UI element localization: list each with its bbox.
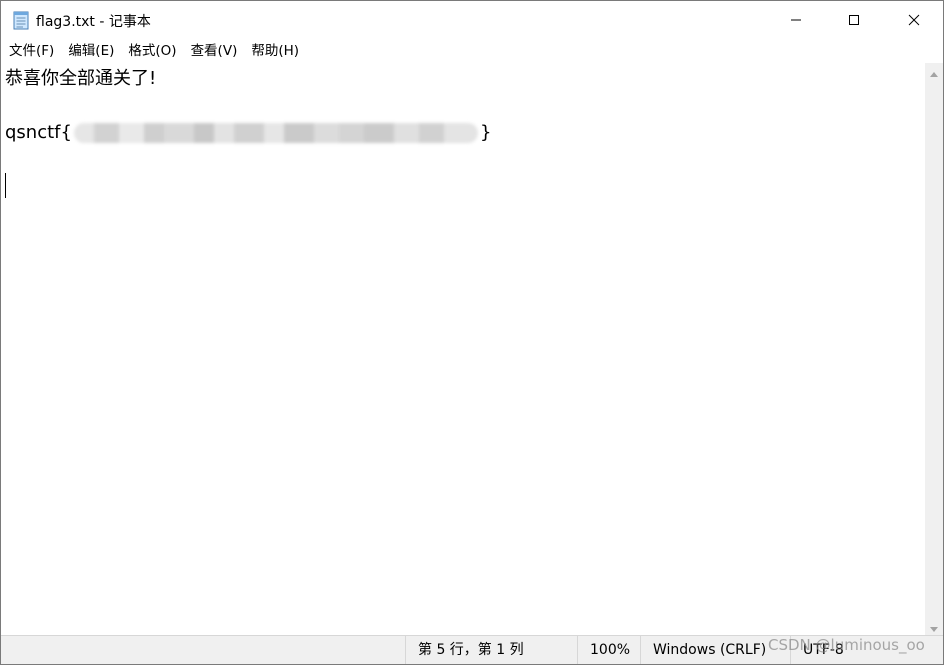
close-button[interactable] <box>885 1 943 39</box>
flag-prefix: qsnctf{ <box>5 122 72 143</box>
editor-line-1: 恭喜你全部通关了! <box>5 68 157 89</box>
menu-view[interactable]: 查看(V) <box>184 39 245 63</box>
text-caret <box>5 173 6 198</box>
flag-suffix: } <box>479 122 492 143</box>
minimize-icon <box>790 11 802 30</box>
minimize-button[interactable] <box>767 1 825 39</box>
menu-bar: 文件(F) 编辑(E) 格式(O) 查看(V) 帮助(H) <box>1 39 943 63</box>
editor-line-3: qsnctf{} <box>5 119 491 146</box>
menu-edit[interactable]: 编辑(E) <box>61 39 121 63</box>
redacted-flag <box>73 123 478 143</box>
title-bar[interactable]: flag3.txt - 记事本 <box>1 1 943 39</box>
menu-help[interactable]: 帮助(H) <box>244 39 306 63</box>
text-editor[interactable]: 恭喜你全部通关了! qsnctf{} <box>1 63 925 635</box>
notepad-window: flag3.txt - 记事本 文件(F) 编辑(E) 格式(O) 查看(V) … <box>0 0 944 665</box>
scroll-up-button[interactable] <box>925 63 943 80</box>
close-icon <box>908 11 920 30</box>
zoom-level: 100% <box>577 636 640 664</box>
window-title: flag3.txt - 记事本 <box>36 14 151 30</box>
vertical-scrollbar[interactable] <box>925 63 943 635</box>
notepad-icon <box>13 10 29 30</box>
watermark: CSDN @luminous_oo <box>768 636 925 654</box>
menu-format[interactable]: 格式(O) <box>121 39 183 63</box>
chevron-up-icon <box>930 62 938 81</box>
maximize-icon <box>848 11 860 30</box>
scroll-down-button[interactable] <box>925 618 943 635</box>
menu-file[interactable]: 文件(F) <box>1 39 61 63</box>
maximize-button[interactable] <box>825 1 883 39</box>
cursor-position: 第 5 行，第 1 列 <box>405 636 577 664</box>
chevron-down-icon <box>930 617 938 636</box>
